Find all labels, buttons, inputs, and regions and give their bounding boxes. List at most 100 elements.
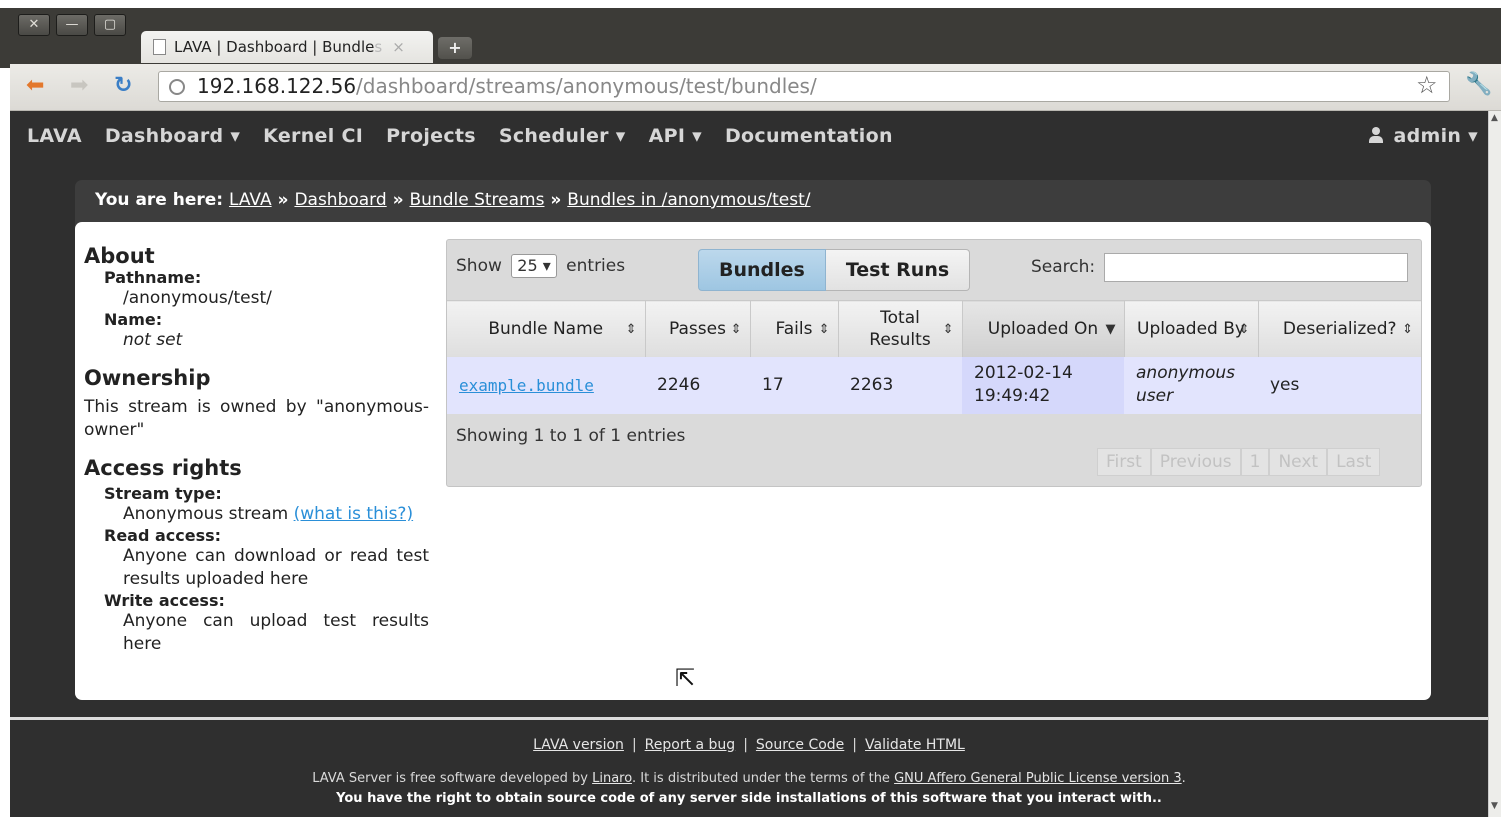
source-code-link[interactable]: Source Code	[756, 737, 844, 753]
last-page-button[interactable]: Last	[1327, 448, 1381, 476]
read-access-label: Read access:	[104, 526, 222, 545]
column-label: Uploaded On	[987, 318, 1099, 339]
bundle-name-link[interactable]: example.bundle	[447, 356, 645, 414]
about-heading: About	[84, 244, 155, 268]
globe-icon	[169, 79, 185, 95]
content-panel: About Pathname: /anonymous/test/ Name: n…	[75, 222, 1431, 700]
column-header[interactable]: Bundle Name ⇕	[447, 300, 646, 357]
linaro-link[interactable]: Linaro	[592, 771, 632, 786]
what-is-this-link[interactable]: (what is this?)	[294, 504, 413, 524]
table-row: example.bundle 2246 17 2263 2012-02-14 1…	[447, 356, 1421, 414]
access-rights-heading: Access rights	[84, 456, 242, 480]
name-label: Name:	[104, 310, 163, 329]
column-header[interactable]: Uploaded By ⇕	[1124, 300, 1259, 357]
fails-cell: 17	[750, 356, 838, 414]
column-header[interactable]: Total Results ⇕	[838, 300, 963, 357]
column-label: Fails	[775, 318, 813, 339]
browser-tab[interactable]: LAVA | Dashboard | Bundle s ×	[141, 31, 433, 63]
validate-html-link[interactable]: Validate HTML	[865, 737, 965, 753]
next-page-button[interactable]: Next	[1269, 448, 1328, 476]
sort-icon: ⇕	[942, 322, 954, 337]
bookmark-star-icon[interactable]: ☆	[1416, 71, 1438, 99]
scroll-up-icon[interactable]: ▲	[1491, 113, 1498, 123]
breadcrumb-prefix: You are here:	[95, 190, 224, 210]
license-text: LAVA Server is free software developed b…	[10, 771, 1488, 786]
write-access-label: Write access:	[104, 591, 225, 610]
vertical-scrollbar[interactable]: ▲ ▼	[1488, 111, 1501, 817]
maximize-window-button[interactable]: ▢	[94, 14, 126, 36]
browser-titlebar: ✕ — ▢ LAVA | Dashboard | Bundle s × +	[0, 0, 1501, 68]
search-input[interactable]	[1104, 253, 1408, 282]
sort-desc-icon: ▼	[1105, 322, 1116, 337]
nav-documentation[interactable]: Documentation	[725, 125, 893, 147]
column-header[interactable]: Passes ⇕	[645, 300, 751, 357]
breadcrumb-bundles[interactable]: Bundles in /anonymous/test/	[567, 190, 810, 210]
scroll-down-icon[interactable]: ▼	[1491, 801, 1498, 811]
page-size-select[interactable]: 25 ▾	[511, 254, 557, 278]
minimize-window-button[interactable]: —	[56, 14, 88, 36]
entries-label: entries	[566, 256, 626, 276]
nav-dashboard[interactable]: Dashboard ▾	[105, 125, 240, 147]
tab-test-runs[interactable]: Test Runs	[825, 249, 971, 291]
page-1-button[interactable]: 1	[1240, 448, 1270, 476]
total-cell: 2263	[838, 356, 962, 414]
breadcrumb-separator: »	[392, 190, 404, 210]
sort-icon: ⇕	[1238, 322, 1250, 337]
address-bar[interactable]: 192.168.122.56/dashboard/streams/anonymo…	[158, 71, 1450, 102]
new-tab-button[interactable]: +	[438, 37, 472, 59]
deserialized-cell: yes	[1258, 356, 1421, 414]
passes-cell: 2246	[645, 356, 750, 414]
page: LAVA Dashboard ▾ Kernel CI Projects Sche…	[10, 111, 1488, 817]
view-tabs: Bundles Test Runs	[698, 249, 971, 291]
nav-kernel-ci[interactable]: Kernel CI	[263, 125, 363, 147]
sort-icon: ⇕	[1402, 322, 1413, 337]
breadcrumb: You are here: LAVA » Dashboard » Bundle …	[75, 180, 1431, 228]
report-bug-link[interactable]: Report a bug	[645, 737, 736, 753]
tab-title-fade: s	[374, 38, 383, 56]
user-name: admin ▾	[1393, 125, 1478, 147]
window-controls: ✕ — ▢	[18, 14, 126, 36]
page-icon	[153, 39, 166, 55]
mouse-cursor-icon: ⇱	[675, 664, 696, 692]
uploaded-by-cell: anonymous user	[1124, 356, 1258, 414]
column-label: Uploaded By	[1137, 318, 1245, 339]
breadcrumb-lava[interactable]: LAVA	[229, 190, 272, 210]
table-info: Showing 1 to 1 of 1 entries	[456, 426, 686, 446]
nav-projects[interactable]: Projects	[386, 125, 476, 147]
stream-sidebar: About Pathname: /anonymous/test/ Name: n…	[84, 244, 429, 656]
back-arrow-icon[interactable]: ⬅	[26, 72, 44, 100]
bundles-table: Bundle Name ⇕ Passes ⇕ Fails ⇕ Total Result…	[447, 300, 1421, 414]
user-menu[interactable]: admin ▾	[1369, 125, 1478, 147]
name-value: not set	[123, 330, 183, 350]
show-label: Show	[456, 256, 502, 276]
tab-bundles[interactable]: Bundles	[698, 249, 826, 291]
write-access-value: Anyone can upload test results here	[123, 611, 429, 654]
nav-lava[interactable]: LAVA	[27, 125, 82, 147]
nav-scheduler[interactable]: Scheduler ▾	[499, 125, 626, 147]
lava-version-link[interactable]: LAVA version	[533, 737, 624, 753]
column-header[interactable]: Deserialized? ⇕	[1258, 300, 1421, 357]
reload-icon[interactable]: ↻	[114, 72, 132, 100]
tab-close-icon[interactable]: ×	[392, 38, 405, 56]
column-label: Passes	[669, 318, 726, 339]
breadcrumb-bundle-streams[interactable]: Bundle Streams	[410, 190, 545, 210]
first-page-button[interactable]: First	[1097, 448, 1151, 476]
forward-arrow-icon[interactable]: ➡	[70, 72, 88, 100]
wrench-icon[interactable]: 🔧	[1465, 72, 1492, 97]
column-header[interactable]: Fails ⇕	[750, 300, 839, 357]
license-mid: . It is distributed under the terms of t…	[631, 771, 890, 786]
stream-type-label: Stream type:	[104, 484, 222, 503]
license-prefix: LAVA Server is free software developed b…	[312, 771, 588, 786]
column-label: Total Results	[869, 307, 931, 350]
breadcrumb-dashboard[interactable]: Dashboard	[294, 190, 386, 210]
nav-api[interactable]: API ▾	[649, 125, 702, 147]
license-end: .	[1181, 771, 1186, 786]
ownership-text: This stream is owned by "anonymous-owner…	[84, 397, 429, 440]
agpl-link[interactable]: GNU Affero General Public License versio…	[894, 771, 1182, 786]
previous-page-button[interactable]: Previous	[1150, 448, 1241, 476]
column-header-sorted[interactable]: Uploaded On ▼	[962, 300, 1125, 357]
pathname-value: /anonymous/test/	[123, 288, 272, 308]
close-window-button[interactable]: ✕	[18, 14, 50, 36]
url-host: 192.168.122.56	[197, 74, 357, 98]
browser-toolbar: ⬅ ➡ ↻ 192.168.122.56/dashboard/streams/a…	[10, 64, 1501, 111]
